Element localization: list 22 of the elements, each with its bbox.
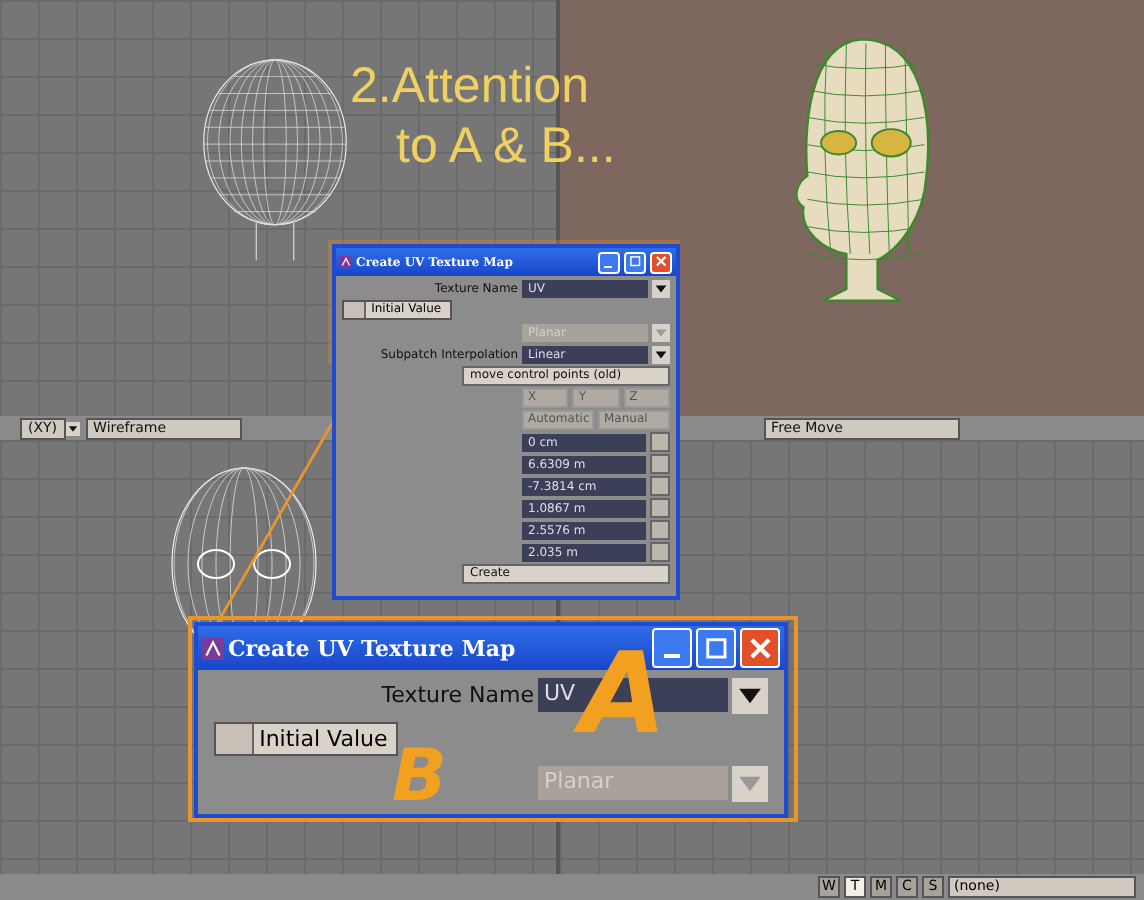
maximize-icon <box>627 254 643 270</box>
maximize-button[interactable] <box>696 628 736 668</box>
close-button[interactable] <box>650 251 672 273</box>
caption-text: 2.Attention <box>350 56 592 116</box>
caret-icon[interactable] <box>652 279 670 297</box>
initial-value-toggle[interactable]: Initial Value <box>214 722 398 756</box>
annotation-letter: B <box>392 740 447 816</box>
app-icon <box>202 637 224 659</box>
app-icon <box>340 256 352 268</box>
caret-icon[interactable] <box>652 345 670 363</box>
close-icon <box>653 254 669 270</box>
maximize-button[interactable] <box>624 251 646 273</box>
caret-icon[interactable] <box>732 677 768 713</box>
minimize-button[interactable] <box>598 251 620 273</box>
close-icon <box>745 633 775 663</box>
field-label: Texture Name <box>379 682 534 708</box>
window-title: Create UV Texture Map <box>228 635 518 661</box>
maximize-icon <box>701 633 731 663</box>
caption-text: to A & B... <box>394 116 616 176</box>
minimize-icon <box>663 653 681 659</box>
close-button[interactable] <box>740 628 780 668</box>
minimize-icon <box>604 265 614 268</box>
